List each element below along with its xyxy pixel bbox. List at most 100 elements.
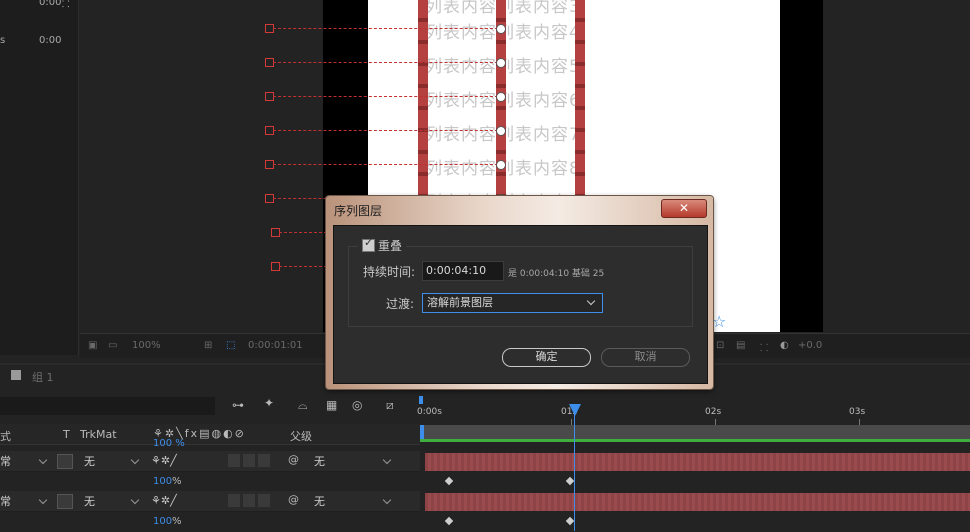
list-row: 列表内容列表内容7 (425, 120, 595, 145)
opacity-property-row: 100 % (0, 512, 420, 532)
layer-switches-icon[interactable]: ⚘✲╱ (151, 494, 177, 507)
chevron-down-icon (586, 296, 596, 306)
anchor-point-icon (496, 160, 506, 170)
transition-value: 溶解前景图层 (427, 296, 493, 309)
time-ruler[interactable]: 0:00s 01s 02s 03s (417, 403, 970, 426)
keyframe[interactable] (565, 476, 575, 486)
anchor-point-icon (496, 58, 506, 68)
dialog-title: 序列图层 (334, 204, 383, 218)
star-icon: ☆ (712, 312, 727, 331)
preserve-transparency-checkbox[interactable] (57, 454, 73, 469)
switch-cell[interactable] (258, 494, 270, 507)
preserve-transparency-checkbox[interactable] (57, 494, 73, 509)
project-row[interactable]: s 0:00 (0, 35, 78, 53)
layer-column-header: 式 T TrkMat ⚘✲╲fx▤◍◐⊘ 父级 (0, 424, 420, 445)
transition-select[interactable]: 溶解前景图层 (422, 293, 603, 313)
exposure-value[interactable]: +0.0 (798, 340, 822, 351)
list-row: 列表内容列表内容8 (425, 154, 595, 179)
opacity-value[interactable]: 100 (153, 476, 172, 487)
comp-flowchart-icon[interactable]: ⊶ (232, 398, 244, 412)
cancel-button[interactable]: 取消 (601, 348, 690, 367)
in-point-handle[interactable] (420, 425, 424, 439)
parent-select[interactable]: 无 (314, 493, 394, 509)
close-button[interactable]: ✕ (661, 199, 707, 218)
sequence-layers-dialog: 序列图层 ✕ ✓ 重叠 持续时间: 0:00:04:10 是 0:00:04:1… (326, 196, 713, 389)
draft-3d-icon[interactable]: ✦ (264, 396, 274, 410)
parent-select[interactable]: 无 (314, 453, 394, 469)
overlap-checkbox[interactable]: ✓ (362, 236, 375, 252)
shy-icon[interactable]: ⌓ (298, 398, 308, 413)
network-icon: ⸬ (62, 0, 70, 10)
list-row: 列表内容列表内容5 (425, 52, 595, 77)
project-row-value: 0:00 (39, 35, 62, 46)
ok-button[interactable]: 确定 (502, 348, 591, 367)
pickwhip-icon[interactable]: @ (288, 453, 299, 466)
layer-duration-bar[interactable] (425, 493, 970, 511)
exposure-icon[interactable]: ◐ (780, 340, 789, 351)
list-row: 列表内容列表内容3 (425, 0, 595, 17)
playhead-handle[interactable] (569, 404, 581, 416)
overlap-legend: ✓ 重叠 (358, 236, 407, 253)
keyframe[interactable] (444, 516, 454, 526)
layer-switches-icon[interactable]: ⚘✲╱ (151, 454, 177, 467)
render-range-indicator (420, 439, 970, 442)
layer-search-input[interactable] (0, 397, 215, 415)
anchor-point-icon (496, 126, 506, 136)
keyframe[interactable] (444, 476, 454, 486)
list-row: 列表内容列表内容6 (425, 86, 595, 111)
overlap-label: 重叠 (378, 239, 403, 253)
tick-label: 03s (849, 407, 866, 417)
region-icon[interactable]: ⬚ (226, 340, 235, 351)
opacity-value[interactable]: 100 (153, 516, 172, 527)
close-icon: ✕ (678, 201, 690, 215)
overlap-group (348, 246, 693, 327)
switch-cell[interactable] (228, 494, 240, 507)
graph-editor-icon[interactable]: ⧄ (386, 398, 394, 413)
tick-label: 0:00s (417, 407, 442, 417)
layer-row[interactable]: 常 无 ⚘✲╱ @ 无 (0, 451, 420, 472)
switch-cell[interactable] (243, 494, 255, 507)
trkmat-column-header: TrkMat (80, 428, 117, 441)
duration-input[interactable]: 0:00:04:10 (422, 261, 504, 281)
comp-color-swatch (11, 370, 21, 380)
motion-path (273, 130, 503, 131)
project-row-value: 0:00 (39, 0, 62, 8)
switch-cell[interactable] (243, 454, 255, 467)
project-row[interactable]: 0:00 ⸬ (0, 0, 78, 15)
switch-cell[interactable] (228, 454, 240, 467)
transition-label: 过渡: (386, 297, 415, 311)
zoom-select[interactable]: 100% (132, 340, 161, 351)
work-area-start-handle[interactable] (419, 396, 423, 404)
monitor-icon[interactable]: ▭ (108, 340, 117, 351)
opacity-property-row: 100 % (0, 472, 420, 492)
flowchart-icon[interactable]: ⸬ (760, 340, 768, 354)
anchor-point-icon (496, 24, 506, 34)
opacity-unit: % (172, 476, 182, 487)
opacity-unit: % (172, 516, 182, 527)
duration-hint: 是 0:00:04:10 基础 25 (508, 269, 605, 279)
list-row: 列表内容列表内容4 (425, 18, 595, 43)
layer-row[interactable]: 常 无 ⚘✲╱ @ 无 (0, 491, 420, 512)
motion-path (273, 164, 503, 165)
playhead-line[interactable] (574, 404, 575, 531)
motion-blur-icon[interactable]: ◎ (352, 398, 362, 412)
motion-path (273, 96, 503, 97)
opacity-value-partial[interactable]: 100 % (153, 438, 185, 449)
tick-label: 02s (705, 407, 722, 417)
image-icon[interactable]: ▤ (736, 340, 745, 351)
project-row-label: s (0, 35, 6, 46)
anchor-point-icon (496, 92, 506, 102)
grid-icon[interactable]: ⊞ (204, 340, 212, 351)
current-time[interactable]: 0:00:01:01 (248, 340, 303, 351)
frame-blend-icon[interactable]: ▦ (326, 398, 337, 412)
switch-cell[interactable] (258, 454, 270, 467)
layer-duration-bar[interactable] (425, 453, 970, 471)
keyframe[interactable] (565, 516, 575, 526)
dialog-body: ✓ 重叠 持续时间: 0:00:04:10 是 0:00:04:10 基础 25… (333, 225, 708, 384)
pickwhip-icon[interactable]: @ (288, 493, 299, 506)
mode-column-header: 式 (0, 430, 11, 443)
snapshot-icon[interactable]: ▣ (88, 340, 97, 351)
t-column-header: T (63, 428, 70, 441)
comp-tab-name[interactable]: 组 1 (32, 369, 54, 385)
channel-icon[interactable]: ⊡ (716, 340, 724, 351)
